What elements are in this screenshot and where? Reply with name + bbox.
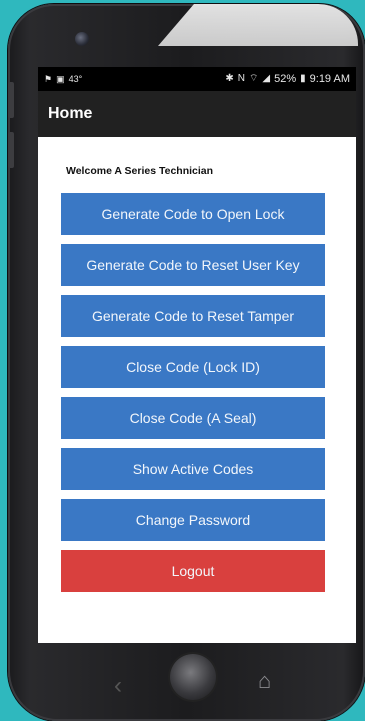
generate-reset-user-key-button[interactable]: Generate Code to Reset User Key [61,244,325,286]
battery-percent: 52% [274,73,297,85]
bluetooth-icon: ✱ [225,73,234,84]
logout-button[interactable]: Logout [61,550,325,592]
show-active-codes-button[interactable]: Show Active Codes [61,448,325,490]
temperature: 43° [68,74,83,84]
close-code-lock-id-button[interactable]: Close Code (Lock ID) [61,346,325,388]
generate-open-lock-button[interactable]: Generate Code to Open Lock [61,193,325,235]
wifi-icon: ⌔ [248,73,259,84]
battery-icon: ▮ [300,73,306,84]
status-bar: ⚑ ▣ 43° ✱ N ⌔ ◢ 52% ▮ 9:19 AM [38,67,356,91]
main-content: Welcome A Series Technician Generate Cod… [38,137,356,592]
welcome-text: Welcome A Series Technician [66,165,214,177]
notification-icon: ⚑ [44,73,53,84]
home-button[interactable] [170,654,216,700]
app-bar: Home [38,91,356,137]
nfc-icon: N [237,73,245,84]
back-icon[interactable]: ‹ [114,672,122,700]
volume-up-button[interactable] [8,82,14,118]
generate-reset-tamper-button[interactable]: Generate Code to Reset Tamper [61,295,325,337]
screen: ⚑ ▣ 43° ✱ N ⌔ ◢ 52% ▮ 9:19 AM Home Welco… [38,67,356,643]
phone-frame: ⚑ ▣ 43° ✱ N ⌔ ◢ 52% ▮ 9:19 AM Home Welco… [8,4,365,721]
change-password-button[interactable]: Change Password [61,499,325,541]
home-icon[interactable]: ⌂ [258,668,271,694]
signal-icon: ◢ [262,73,271,84]
image-icon: ▣ [56,73,65,84]
page-title: Home [48,105,93,122]
clock: 9:19 AM [309,73,350,85]
hardware-nav-bar: ‹ ⌂ [8,654,365,714]
close-code-a-seal-button[interactable]: Close Code (A Seal) [61,397,325,439]
front-camera [75,32,89,46]
phone-glare [158,4,358,46]
volume-down-button[interactable] [8,132,14,168]
